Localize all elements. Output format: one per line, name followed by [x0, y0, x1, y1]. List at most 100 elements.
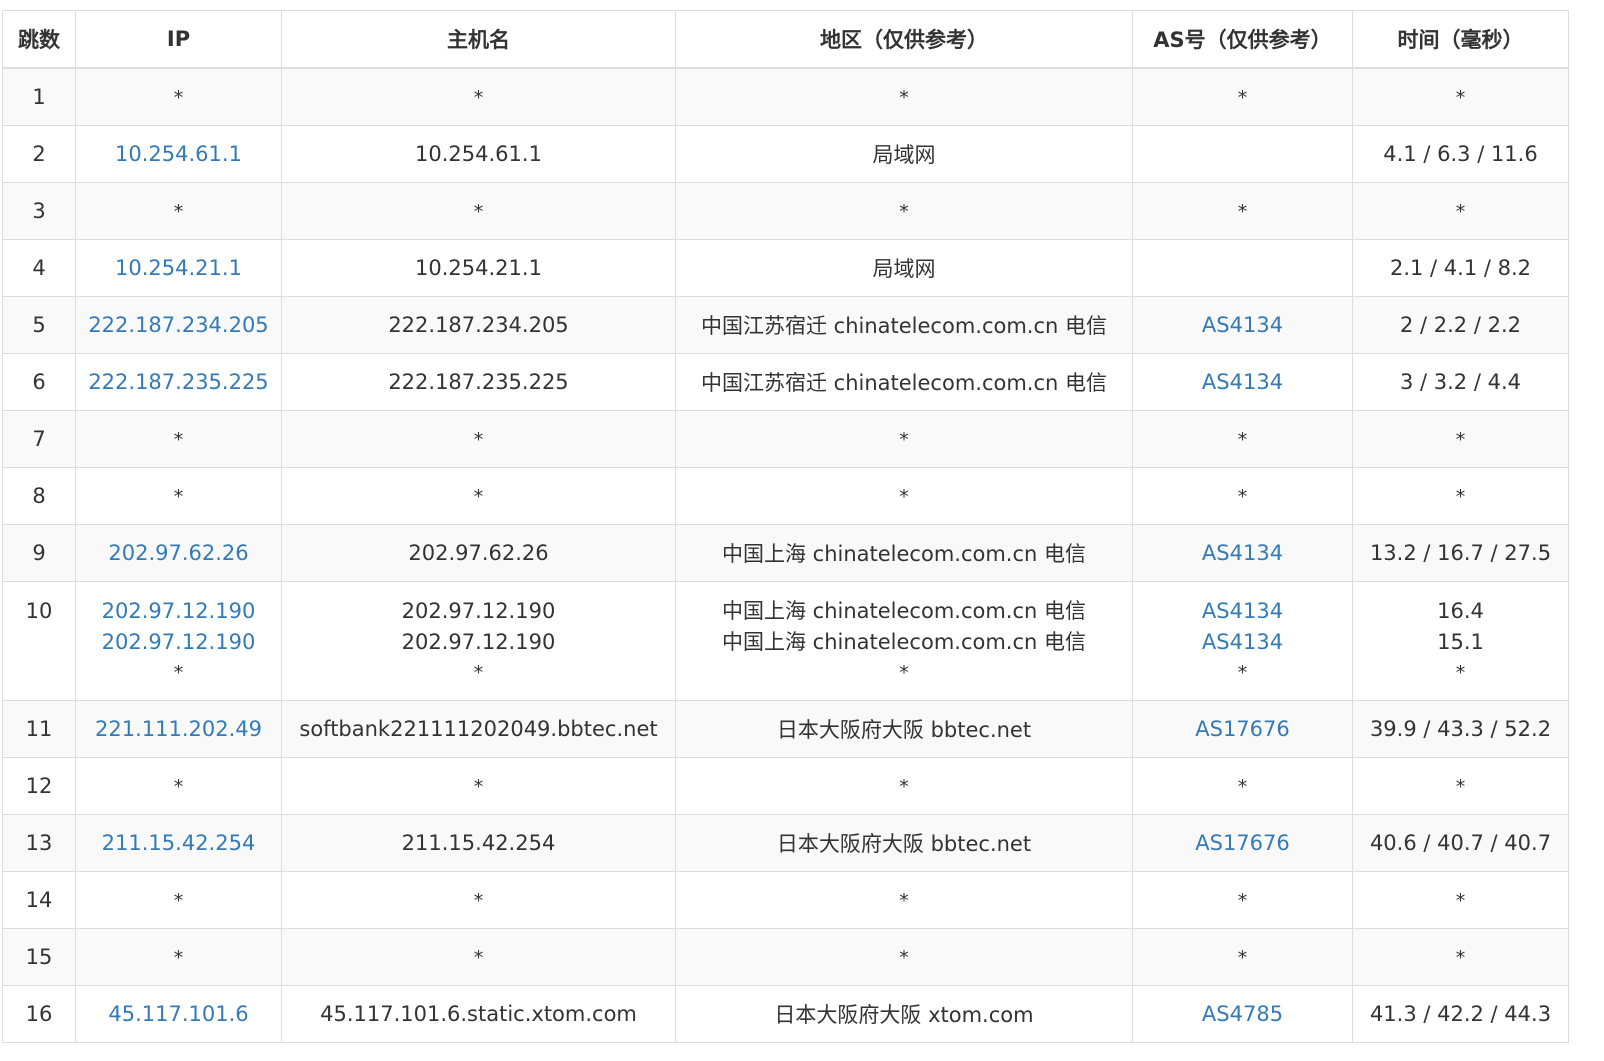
ip-link[interactable]: 222.187.234.205 [88, 313, 268, 337]
region-value: * [899, 947, 909, 969]
host-value: * [473, 776, 484, 798]
table-row: 4 10.254.21.1 10.254.21.1 局域网 2.1 / 4.1 / 8.… [2, 239, 1569, 297]
as-value: * [1237, 662, 1248, 684]
host-cell: 202.97.12.190 202.97.12.190 * [281, 581, 676, 701]
ip-cell: * [75, 67, 282, 126]
ip-link[interactable]: 202.97.62.26 [108, 541, 248, 565]
time-value: 13.2 / 16.7 / 27.5 [1369, 541, 1552, 565]
ip-cell: * [75, 410, 282, 468]
time-value: 4.1 / 6.3 / 11.6 [1383, 142, 1538, 166]
time-cell: * [1352, 182, 1569, 240]
as-link[interactable]: AS4785 [1202, 1002, 1283, 1026]
traceroute-table: 跳数 IP 主机名 地区（仅供参考） AS号（仅供参考） 时间（毫秒） 1 * * *… [2, 10, 1569, 1043]
region-cell: * [675, 182, 1133, 240]
as-link[interactable]: AS17676 [1195, 717, 1290, 741]
host-cell: * [281, 67, 676, 126]
time-cell: * [1352, 67, 1569, 126]
host-value: * [473, 890, 484, 912]
table-row: 12 * * * * * [2, 757, 1569, 815]
time-cell: * [1352, 467, 1569, 525]
time-value: 16.4 [1437, 599, 1484, 623]
as-link[interactable]: AS4134 [1202, 370, 1283, 394]
region-cell: 中国上海 chinatelecom.com.cn 电信 [675, 524, 1133, 582]
ip-cell: 211.15.42.254 [75, 814, 282, 872]
ip-cell: 222.187.235.225 [75, 353, 282, 411]
region-value: * [899, 890, 909, 912]
ip-cell: 202.97.62.26 [75, 524, 282, 582]
region-cell: * [675, 467, 1133, 525]
time-cell: * [1352, 757, 1569, 815]
time-value: * [1455, 662, 1466, 684]
time-cell: * [1352, 928, 1569, 986]
host-value: 202.97.12.190 [401, 630, 556, 654]
as-value: * [1237, 201, 1248, 223]
as-link[interactable]: AS17676 [1195, 831, 1290, 855]
table-row: 5 222.187.234.205 222.187.234.205 中国江苏宿迁 ch… [2, 296, 1569, 354]
time-cell: * [1352, 871, 1569, 929]
ip-value: * [173, 201, 184, 223]
ip-link[interactable]: 211.15.42.254 [102, 831, 256, 855]
table-body: 1 * * * * * 2 10.254.61.1 10.254.61.1 局域网 4.1 / 6.… [2, 67, 1569, 1043]
host-value: softbank221111202049.bbtec.net [299, 717, 658, 741]
table-row: 16 45.117.101.6 45.117.101.6.static.xtom.c… [2, 985, 1569, 1043]
hop-cell: 16 [2, 985, 76, 1043]
host-cell: * [281, 410, 676, 468]
host-value: 45.117.101.6.static.xtom.com [320, 1002, 637, 1026]
table-row: 7 * * * * * [2, 410, 1569, 468]
ip-link[interactable]: 10.254.21.1 [115, 256, 242, 280]
time-cell: 16.4 15.1 * [1352, 581, 1569, 701]
as-link[interactable]: AS4134 [1202, 313, 1283, 337]
host-value: 222.187.235.225 [388, 370, 569, 394]
hop-cell: 11 [2, 700, 76, 758]
region-cell: * [675, 757, 1133, 815]
ip-link[interactable]: 222.187.235.225 [88, 370, 268, 394]
time-value: 39.9 / 43.3 / 52.2 [1369, 717, 1552, 741]
time-value: 2.1 / 4.1 / 8.2 [1389, 256, 1532, 280]
time-cell: 41.3 / 42.2 / 44.3 [1352, 985, 1569, 1043]
region-value: * [899, 87, 909, 109]
header-row: 跳数 IP 主机名 地区（仅供参考） AS号（仅供参考） 时间（毫秒） [2, 10, 1569, 69]
host-value: * [473, 429, 484, 451]
ip-cell: * [75, 467, 282, 525]
as-cell: * [1132, 928, 1353, 986]
table-row: 3 * * * * * [2, 182, 1569, 240]
time-value: * [1455, 429, 1466, 451]
region-value: 中国上海 chinatelecom.com.cn 电信 [721, 630, 1087, 654]
as-link[interactable]: AS4134 [1137, 596, 1348, 627]
as-link[interactable]: AS4134 [1202, 541, 1283, 565]
ip-cell: * [75, 928, 282, 986]
ip-link[interactable]: 202.97.12.190 [80, 596, 277, 627]
time-value: * [1455, 486, 1466, 508]
ip-link[interactable]: 10.254.61.1 [115, 142, 242, 166]
region-value: 中国江苏宿迁 chinatelecom.com.cn 电信 [700, 314, 1108, 338]
host-value: * [473, 486, 484, 508]
table-row: 2 10.254.61.1 10.254.61.1 局域网 4.1 / 6.3 / 11… [2, 125, 1569, 183]
time-value: 15.1 [1437, 630, 1484, 654]
as-cell: * [1132, 410, 1353, 468]
host-value: * [473, 662, 484, 684]
ip-link[interactable]: 202.97.12.190 [80, 627, 277, 658]
time-value: * [1455, 776, 1466, 798]
region-cell: 中国江苏宿迁 chinatelecom.com.cn 电信 [675, 296, 1133, 354]
region-value: * [899, 662, 909, 684]
region-value: 中国江苏宿迁 chinatelecom.com.cn 电信 [700, 371, 1108, 395]
ip-value: * [173, 87, 184, 109]
region-cell: 局域网 [675, 125, 1133, 183]
host-cell: softbank221111202049.bbtec.net [281, 700, 676, 758]
time-value: 2 / 2.2 / 2.2 [1399, 313, 1521, 337]
ip-cell: * [75, 757, 282, 815]
ip-link[interactable]: 45.117.101.6 [108, 1002, 248, 1026]
time-value: 40.6 / 40.7 / 40.7 [1369, 831, 1552, 855]
ip-cell: 10.254.21.1 [75, 239, 282, 297]
as-cell: AS4134 [1132, 296, 1353, 354]
ip-link[interactable]: 221.111.202.49 [95, 717, 262, 741]
time-cell: 3 / 3.2 / 4.4 [1352, 353, 1569, 411]
region-cell: * [675, 928, 1133, 986]
as-cell: AS4134 [1132, 353, 1353, 411]
region-cell: 中国江苏宿迁 chinatelecom.com.cn 电信 [675, 353, 1133, 411]
region-value: * [899, 776, 909, 798]
region-value: 日本大阪府大阪 bbtec.net [776, 718, 1032, 742]
as-cell: * [1132, 467, 1353, 525]
as-link[interactable]: AS4134 [1137, 627, 1348, 658]
region-value: * [899, 201, 909, 223]
